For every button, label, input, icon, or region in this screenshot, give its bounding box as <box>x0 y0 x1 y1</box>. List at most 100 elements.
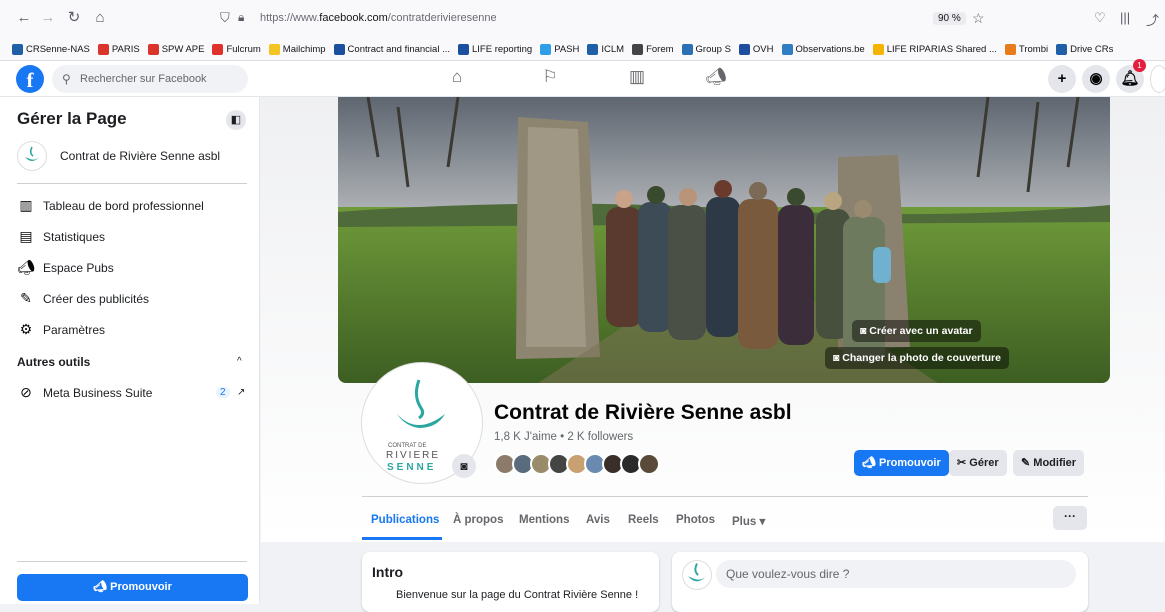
bookmarks-bar: CRSenne-NAS PARIS SPW APE Fulcrum Mailchimp C… <box>12 40 1162 58</box>
intro-text: Bienvenue sur la page du Contrat Rivière… <box>396 589 639 601</box>
messenger-icon[interactable]: ◉ <box>1082 65 1110 93</box>
bookmark-item[interactable]: Mailchimp <box>268 43 326 55</box>
cover-photo[interactable] <box>338 97 1110 383</box>
reload-icon[interactable]: ↻ <box>64 8 84 28</box>
library-icon[interactable]: ||| <box>1120 10 1130 25</box>
extensions-icon[interactable]: ⤴ <box>1146 10 1159 29</box>
tab-photos[interactable]: Photos <box>676 514 715 526</box>
bookmark-label: PASH <box>554 43 580 55</box>
active-tab-indicator <box>362 537 442 540</box>
sidebar-item-label: Paramètres <box>43 322 106 337</box>
sidebar-item-settings[interactable]: ⚙ Paramètres <box>17 321 105 338</box>
edit-button[interactable]: ✎ Modifier <box>1013 450 1085 476</box>
bookmark-label: Group S <box>695 43 731 55</box>
external-link-icon[interactable]: ↗ <box>237 387 245 398</box>
bookmark-favicon-icon <box>333 43 345 55</box>
logo-text-line1: CONTRAT DE <box>388 443 426 449</box>
bookmark-favicon-icon <box>587 43 599 55</box>
back-icon[interactable]: ← <box>14 8 34 28</box>
nav-home-icon[interactable]: ⌂ <box>427 67 487 91</box>
change-cover-button[interactable]: ◙ Changer la photo de couverture <box>825 347 1009 369</box>
create-icon[interactable]: + <box>1048 65 1076 93</box>
bookmark-item[interactable]: ICLM <box>587 43 624 55</box>
bookmark-item[interactable]: SPW APE <box>147 43 204 55</box>
bookmark-item[interactable]: LIFE RIPARIAS Shared ... <box>872 43 997 55</box>
composer-input[interactable]: Que voulez-vous dire ? <box>716 560 1076 588</box>
bookmark-item[interactable]: Drive CRs <box>1056 43 1113 55</box>
follower-avatar[interactable] <box>638 453 660 475</box>
sidebar-item-dashboard[interactable]: ▥ Tableau de bord professionnel <box>17 197 204 214</box>
sidebar-item-label: Tableau de bord professionnel <box>43 198 204 213</box>
zoom-level[interactable]: 90 % <box>933 12 966 25</box>
nav-insights-icon[interactable]: ▥ <box>607 67 667 91</box>
sidebar-item-ads-space[interactable]: 📣︎ Espace Pubs <box>17 259 114 276</box>
bookmark-item[interactable]: Trombi <box>1004 43 1048 55</box>
facebook-logo[interactable]: f <box>16 65 44 93</box>
tab-about[interactable]: À propos <box>453 514 503 526</box>
bookmark-star-icon[interactable]: ☆ <box>972 10 985 27</box>
browser-chrome: ← → ↻ ⌂ ⛉ 🔒︎ https://www.facebook.com/co… <box>0 0 1165 61</box>
page-stats[interactable]: 1,8 K J'aime • 2 K followers <box>494 431 633 443</box>
create-with-avatar-button[interactable]: ◙ Créer avec un avatar <box>852 320 981 342</box>
tab-more[interactable]: Plus ▾ <box>732 514 765 528</box>
sidebar-promote-button[interactable]: 📣︎ Promouvoir <box>17 574 248 601</box>
meta-icon: ⊘ <box>20 384 32 400</box>
bookmark-item[interactable]: PARIS <box>97 43 140 55</box>
page-avatar-small <box>17 141 47 171</box>
sidebar-item-label: Meta Business Suite <box>43 385 153 400</box>
bookmark-item[interactable]: PASH <box>540 43 580 55</box>
intro-card: Intro Bienvenue sur la page du Contrat R… <box>362 552 659 612</box>
nav-ads-icon[interactable]: 📣︎ <box>686 67 746 91</box>
url-text[interactable]: https://www.facebook.com/contratderivier… <box>260 12 497 24</box>
senne-logo-icon <box>688 563 706 582</box>
camera-icon: ◙ <box>833 352 843 364</box>
sidebar-collapse-icon[interactable]: ◧ <box>226 110 246 130</box>
tab-mentions[interactable]: Mentions <box>519 514 569 526</box>
bookmark-item[interactable]: Forem <box>632 43 674 55</box>
bookmark-favicon-icon <box>212 43 224 55</box>
bookmark-item[interactable]: Fulcrum <box>212 43 261 55</box>
search-input[interactable]: ⚲ Rechercher sur Facebook <box>52 65 248 93</box>
bookmark-label: OVH <box>752 43 774 55</box>
bookmark-favicon-icon <box>458 43 469 55</box>
nav-pages-icon[interactable]: ⚐ <box>520 67 580 91</box>
bookmark-favicon-icon <box>632 43 644 55</box>
bookmark-item[interactable]: OVH <box>738 43 774 55</box>
more-options-button[interactable]: ··· <box>1053 506 1087 530</box>
sidebar-item-statistics[interactable]: ▤ Statistiques <box>17 228 105 245</box>
sidebar-item-label: Espace Pubs <box>43 260 114 275</box>
tab-reels[interactable]: Reels <box>628 514 659 526</box>
url-prefix: https://www. <box>260 12 320 24</box>
tab-publications[interactable]: Publications <box>371 514 439 526</box>
pocket-icon[interactable]: ♡ <box>1094 10 1106 26</box>
bookmark-item[interactable]: Group S <box>681 43 731 55</box>
forward-icon[interactable]: → <box>38 8 58 28</box>
gear-icon: ⚙ <box>19 321 33 337</box>
change-cover-label: Changer la photo de couverture <box>842 352 1001 364</box>
home-icon[interactable]: ⌂ <box>90 8 110 28</box>
bookmark-item[interactable]: Observations.be <box>781 43 865 55</box>
bookmark-item[interactable]: CRSenne-NAS <box>12 43 90 55</box>
shield-icon[interactable]: ⛉ <box>220 10 230 26</box>
create-with-avatar-label: Créer avec un avatar <box>869 325 973 337</box>
tab-reviews[interactable]: Avis <box>586 514 610 526</box>
bookmark-favicon-icon <box>738 43 750 55</box>
sidebar-item-label: Créer des publicités <box>43 291 150 306</box>
change-profile-camera-icon[interactable]: ◙ <box>452 454 476 478</box>
sidebar-page-switcher[interactable]: Contrat de Rivière Senne asbl <box>17 141 220 171</box>
manage-button[interactable]: ✂ Gérer <box>949 450 1007 476</box>
lock-icon[interactable]: 🔒︎ <box>238 10 244 25</box>
avatar-icon: ◙ <box>860 325 870 337</box>
promote-button[interactable]: 📣︎ Promouvoir <box>854 450 949 476</box>
url-bar[interactable]: ⛉ 🔒︎ https://www.facebook.com/contratder… <box>212 6 985 32</box>
sidebar-item-create-ads[interactable]: ✎ Créer des publicités <box>17 290 149 307</box>
search-icon: ⚲ <box>62 72 71 86</box>
bookmark-label: Mailchimp <box>282 43 326 55</box>
chevron-up-icon[interactable]: ^ <box>237 356 242 367</box>
manage-page-sidebar: Gérer la Page ◧ Contrat de Rivière Senne… <box>0 97 260 604</box>
account-avatar[interactable] <box>1150 65 1165 93</box>
bookmark-item[interactable]: LIFE reporting <box>458 43 532 55</box>
bookmark-favicon-icon <box>540 43 552 55</box>
sidebar-item-meta-business-suite[interactable]: ⊘ Meta Business Suite <box>17 384 152 401</box>
bookmark-item[interactable]: Contract and financial ... <box>333 43 450 55</box>
